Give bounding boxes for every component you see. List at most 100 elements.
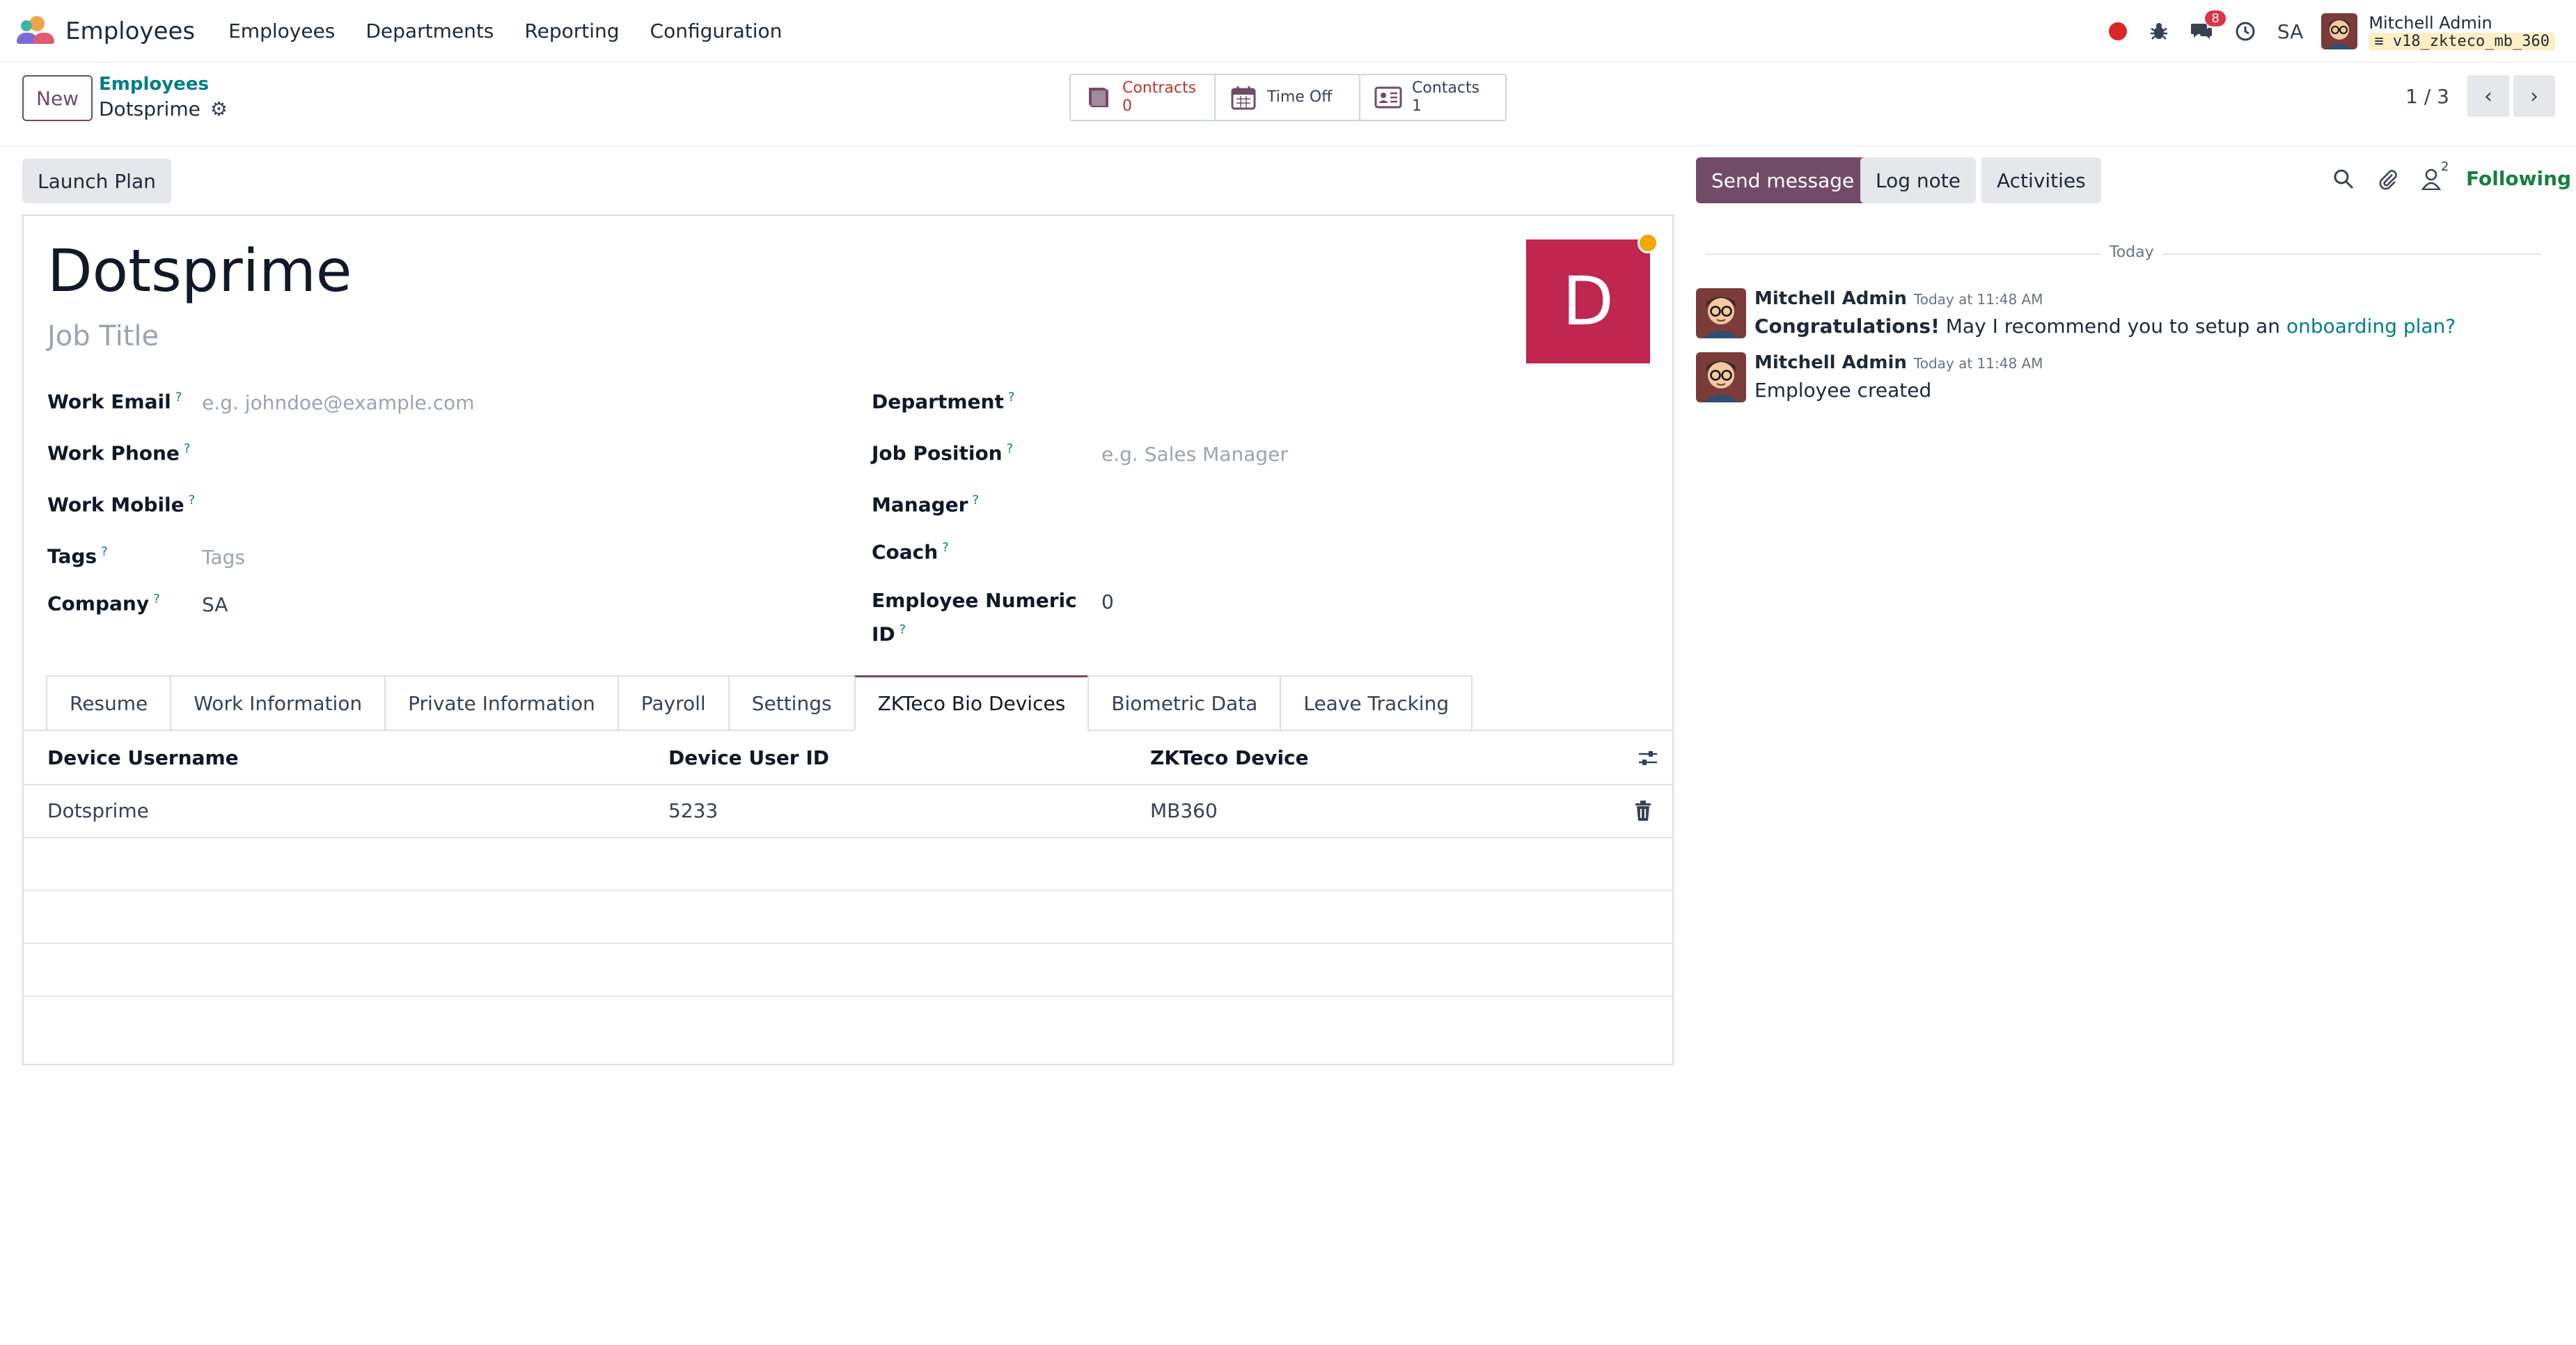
messages-badge: 8 [2205, 10, 2226, 26]
author-avatar[interactable] [1696, 352, 1746, 402]
messages-icon[interactable]: 8 [2190, 10, 2226, 42]
launch-plan-button[interactable]: Launch Plan [22, 159, 171, 203]
tab-settings[interactable]: Settings [728, 675, 854, 731]
log-note-button[interactable]: Log note [1860, 157, 1976, 203]
job-position-input[interactable]: e.g. Sales Manager [1101, 443, 1288, 466]
time-off-smart-button[interactable]: Time Off [1216, 75, 1360, 120]
table-row-empty [24, 838, 1672, 891]
department-label: Department? [872, 390, 1015, 414]
employee-numeric-id-input[interactable]: 0 [1101, 590, 1114, 613]
table-row-empty [24, 891, 1672, 944]
tab-resume[interactable]: Resume [46, 675, 171, 731]
recording-indicator-icon[interactable] [2108, 22, 2127, 40]
devices-table-header: Device Username Device User ID ZKTeco De… [24, 731, 1672, 785]
calendar-icon [1231, 86, 1256, 110]
work-email-label: Work Email? [47, 390, 182, 414]
coach-label: Coach? [872, 540, 949, 564]
database-icon: ≡ [2374, 32, 2384, 50]
contacts-smart-button[interactable]: Contacts 1 [1360, 75, 1505, 120]
contact-card-icon [1374, 86, 1402, 109]
breadcrumb-current: Dotsprime ⚙ [99, 97, 228, 120]
menu-departments[interactable]: Departments [366, 19, 494, 42]
control-panel: New Employees Dotsprime ⚙ Contracts 0 Ti… [0, 63, 2576, 146]
message-author[interactable]: Mitchell Admin Today at 11:48 AM [1754, 352, 2043, 373]
pager-value[interactable]: 1 / 3 [2405, 85, 2449, 108]
user-icon [2421, 168, 2442, 190]
chevron-left-icon: ‹ [2484, 84, 2492, 109]
trash-icon[interactable] [1635, 801, 1651, 821]
tab-zkteco-bio-devices[interactable]: ZKTeco Bio Devices [854, 675, 1088, 731]
menu-reporting[interactable]: Reporting [524, 19, 619, 42]
work-email-input[interactable]: e.g. johndoe@example.com [202, 391, 474, 414]
tab-leave-tracking[interactable]: Leave Tracking [1280, 675, 1473, 731]
contracts-count: 0 [1122, 97, 1132, 115]
followers-button[interactable]: 2 [2421, 159, 2449, 190]
employee-avatar[interactable]: D [1526, 239, 1650, 363]
menu-configuration[interactable]: Configuration [650, 19, 783, 42]
message-body: Congratulations! May I recommend you to … [1754, 315, 2456, 338]
table-row-empty [24, 944, 1672, 997]
gear-icon[interactable]: ⚙ [210, 97, 228, 120]
message-author[interactable]: Mitchell Admin Today at 11:48 AM [1754, 288, 2043, 309]
new-button[interactable]: New [22, 75, 93, 121]
column-zkteco-device[interactable]: ZKTeco Device [1150, 746, 1309, 769]
app-name[interactable]: Employees [65, 17, 195, 45]
tab-biometric-data[interactable]: Biometric Data [1087, 675, 1280, 731]
table-row[interactable]: Dotsprime 5233 MB360 [24, 785, 1672, 838]
job-title-field[interactable]: Job Title [47, 320, 159, 352]
column-device-user-id[interactable]: Device User ID [668, 746, 829, 769]
breadcrumb-employees[interactable]: Employees [99, 74, 209, 95]
work-phone-label: Work Phone? [47, 441, 191, 465]
work-phone-input[interactable] [202, 443, 828, 466]
tab-payroll[interactable]: Payroll [617, 675, 728, 731]
cell-device-username[interactable]: Dotsprime [47, 799, 149, 822]
company-input[interactable]: SA [202, 593, 228, 616]
top-navbar: Employees Employees Departments Reportin… [0, 0, 2576, 63]
contacts-label: Contacts [1412, 79, 1480, 97]
user-menu[interactable]: Mitchell Admin ≡ v18_zkteco_mb_360 [2369, 13, 2555, 50]
cell-device-user-id[interactable]: 5233 [668, 799, 718, 822]
app-brand[interactable]: Employees [17, 15, 228, 47]
breadcrumb-current-label: Dotsprime [99, 97, 201, 120]
tab-private-information[interactable]: Private Information [384, 675, 618, 731]
onboarding-plan-link[interactable]: onboarding plan? [2286, 315, 2456, 338]
employee-name-field[interactable]: Dotsprime [47, 237, 352, 305]
bug-icon[interactable] [2148, 20, 2170, 42]
form-sheet: Dotsprime Job Title D Work Email? e.g. j… [22, 214, 1674, 1065]
clock-icon[interactable] [2234, 20, 2256, 42]
book-icon [1089, 88, 1108, 107]
date-separator: Today [1706, 244, 2541, 265]
work-mobile-input[interactable] [202, 494, 828, 518]
employee-numeric-id-label: Employee Numeric ID? [872, 589, 1077, 646]
manager-input[interactable] [1101, 494, 1631, 518]
manager-label: Manager? [872, 493, 979, 517]
time-off-label: Time Off [1267, 88, 1333, 106]
following-button[interactable]: Following [2466, 167, 2571, 190]
search-icon[interactable] [2332, 168, 2355, 190]
notebook-tabs: Resume Work Information Private Informat… [46, 675, 1473, 731]
presence-status-icon [1638, 233, 1658, 253]
company-switcher[interactable]: SA [2277, 20, 2303, 43]
user-avatar[interactable] [2321, 13, 2358, 49]
paperclip-icon[interactable] [2377, 168, 2399, 190]
pager-next-button[interactable]: › [2513, 75, 2555, 117]
tab-work-information[interactable]: Work Information [170, 675, 385, 731]
contracts-smart-button[interactable]: Contracts 0 [1071, 75, 1216, 120]
cell-zkteco-device[interactable]: MB360 [1150, 799, 1218, 822]
pager: 1 / 3 ‹ › [2405, 75, 2555, 117]
pager-previous-button[interactable]: ‹ [2467, 75, 2509, 117]
tags-input[interactable]: Tags [202, 546, 245, 569]
chatter-message: Mitchell Admin Today at 11:48 AM Employee… [1696, 352, 2545, 405]
department-input[interactable] [1101, 391, 1631, 415]
chatter-tools: 2 Following [2332, 159, 2571, 190]
coach-input[interactable] [1101, 542, 1631, 565]
author-avatar[interactable] [1696, 288, 1746, 338]
menu-employees[interactable]: Employees [228, 19, 335, 42]
smart-buttons: Contracts 0 Time Off Contacts 1 [1069, 74, 1507, 121]
column-device-username[interactable]: Device Username [47, 746, 239, 769]
employees-app-icon [17, 15, 54, 47]
optional-columns-icon[interactable] [1638, 748, 1658, 769]
activities-button[interactable]: Activities [1981, 157, 2101, 203]
tags-label: Tags? [47, 544, 108, 568]
send-message-button[interactable]: Send message [1696, 157, 1870, 203]
